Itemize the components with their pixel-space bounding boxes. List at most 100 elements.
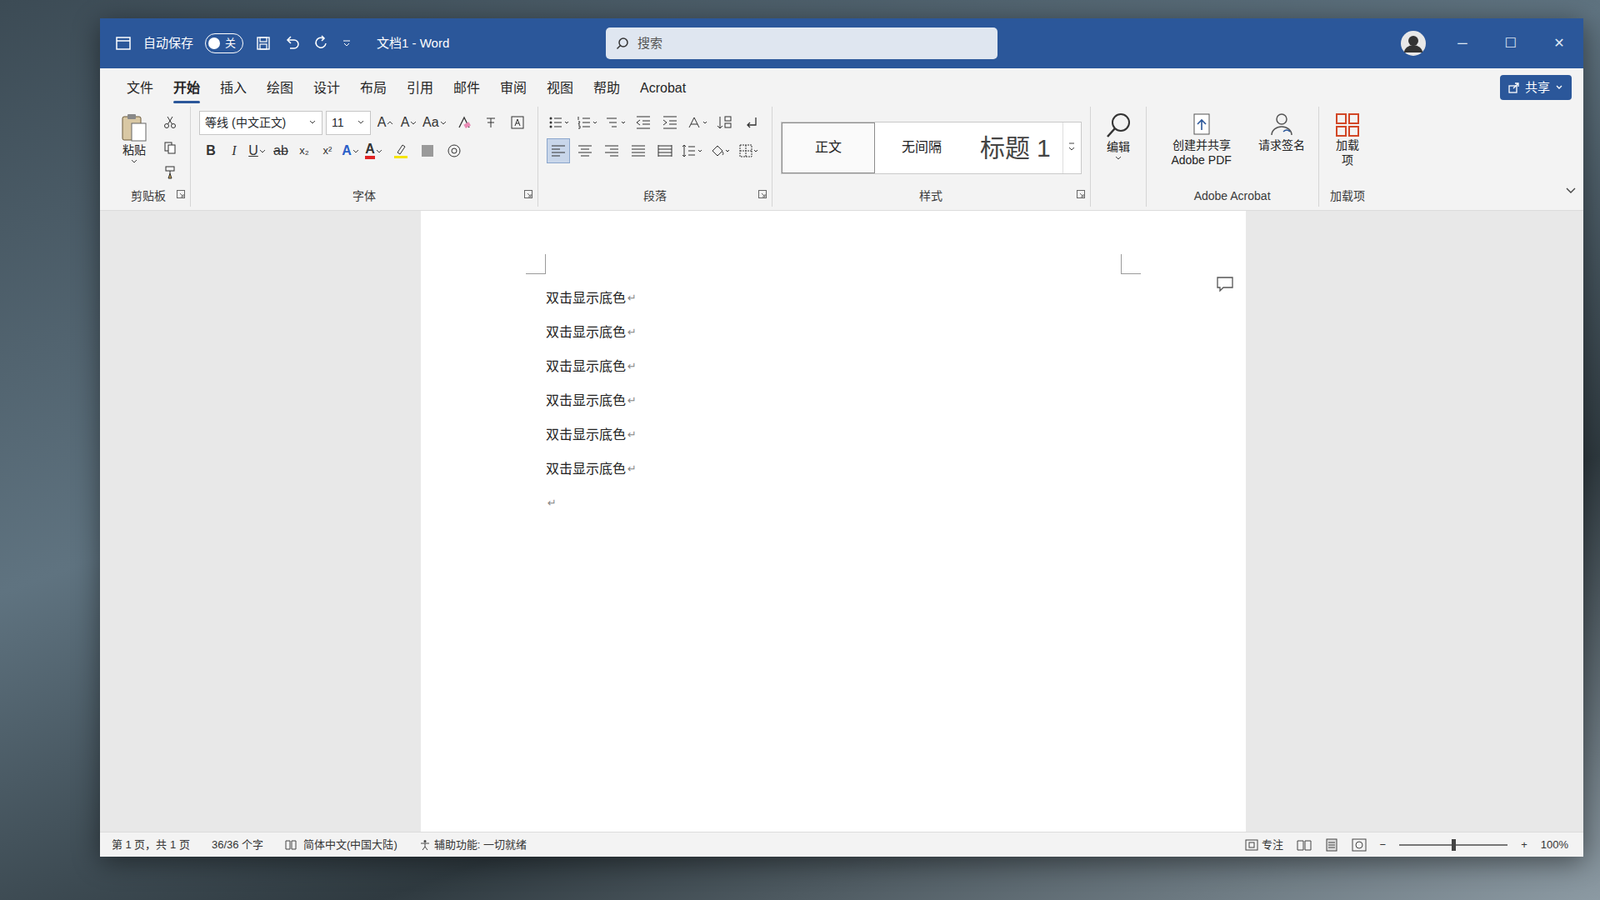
sort-button[interactable] [713,110,737,135]
addins-button[interactable]: 加载项 [1327,110,1368,185]
menu-tab[interactable]: 设计 [303,75,350,105]
page-count[interactable]: 第 1 页，共 1 页 [111,836,190,854]
font-sup-button[interactable]: x² [315,138,340,164]
window-control-button[interactable]: ✕ [1535,18,1584,69]
copy-button[interactable] [158,135,182,160]
window-control-button[interactable]: ─ [1438,18,1487,69]
save-icon[interactable] [255,35,272,52]
menu-tab[interactable]: 引用 [396,75,444,105]
acrobat-button[interactable]: 创建并共享 Adobe PDF [1155,110,1249,185]
numbering-button[interactable] [575,110,600,135]
web-layout-icon[interactable] [1351,838,1367,852]
font-size-field[interactable]: 11 [325,110,371,135]
font-shrink-button[interactable]: A [397,110,421,135]
menu-tab[interactable]: 布局 [350,75,397,105]
borders-button[interactable] [736,138,762,164]
zoom-level[interactable]: 100% [1540,836,1569,854]
font-effects-button[interactable]: A [339,138,363,164]
autosave-toggle[interactable]: 关 [205,33,244,54]
cut-button[interactable] [158,110,182,135]
style-item[interactable]: 标题 1 [968,122,1063,174]
menu-tab[interactable]: 插入 [210,75,257,105]
font-name-field[interactable]: 等线 (中文正文) [199,110,323,135]
paragraph[interactable]: 双击显示底色↵ [545,383,1121,418]
collapse-ribbon-button[interactable] [1565,180,1577,207]
share-button[interactable]: 共享 [1500,75,1572,101]
zoom-out-button[interactable]: − [1380,836,1387,854]
font-sub-button[interactable]: x₂ [292,138,316,164]
font-fontcolor-button[interactable]: A [362,138,386,164]
customize-icon[interactable] [341,38,352,49]
enclose-button[interactable] [442,138,466,164]
launcher-icon[interactable] [758,190,767,199]
font-case-button[interactable]: Aa [420,110,450,135]
shading-button[interactable] [415,138,440,164]
document-page[interactable]: 双击显示底色↵双击显示底色↵双击显示底色↵双击显示底色↵双击显示底色↵双击显示底… [420,210,1246,832]
char-border-button[interactable] [505,110,530,135]
window-control-button[interactable]: ☐ [1486,18,1535,69]
app-menu-icon[interactable] [115,35,132,52]
menu-tab[interactable]: 邮件 [443,75,490,105]
launcher-icon[interactable] [176,190,185,199]
zoom-slider[interactable] [1399,844,1508,846]
font-underline-button[interactable]: U [245,138,270,164]
asian-layout-button[interactable] [685,110,710,135]
bullets-button[interactable] [546,110,572,135]
font-bold-button[interactable]: B [199,138,223,164]
read-mode-icon[interactable] [1296,839,1312,851]
zoom-in-button[interactable]: + [1520,836,1528,854]
format-painter-button[interactable] [158,160,182,185]
focus-button[interactable]: 专注 [1245,836,1284,854]
justify-button[interactable] [626,138,650,164]
phonetic-button[interactable] [479,110,503,135]
align-left-button[interactable] [546,138,570,164]
menu-tab[interactable]: 绘图 [256,75,304,105]
menu-tab[interactable]: 帮助 [583,75,630,105]
avatar-icon[interactable] [1400,30,1427,57]
font-italic-button[interactable]: I [222,138,246,164]
search-input[interactable] [635,33,988,55]
menu-tab[interactable]: 审阅 [490,75,537,105]
print-layout-icon[interactable] [1325,838,1339,852]
font-grow-button[interactable]: A [374,110,398,135]
highlight-button[interactable] [389,138,413,164]
paragraph[interactable]: 双击显示底色↵ [545,315,1121,350]
increase-indent-button[interactable] [658,110,682,135]
menu-tab[interactable]: 开始 [163,75,210,105]
clear-format-button[interactable] [452,110,476,135]
paragraph[interactable]: 双击显示底色↵ [545,417,1121,452]
comment-icon[interactable] [1215,275,1235,293]
decrease-indent-button[interactable] [631,110,655,135]
search-box[interactable] [605,27,998,60]
menu-tab[interactable]: Acrobat [630,75,696,105]
style-item[interactable]: 正文 [781,122,875,174]
multilevel-button[interactable] [603,110,629,135]
paragraph[interactable]: ↵ [545,485,1121,520]
menu-tab[interactable]: 文件 [116,75,164,105]
fill-button[interactable] [708,138,734,164]
paste-button[interactable]: 粘贴 [115,110,154,185]
font-strike-button[interactable]: ab [269,138,293,164]
acrobat-button[interactable]: 请求签名 [1253,110,1310,185]
paragraph[interactable]: 双击显示底色↵ [545,280,1121,315]
word-count[interactable]: 36/36 个字 [211,836,264,854]
line-spacing-button[interactable] [680,138,705,164]
launcher-icon[interactable] [1076,190,1085,199]
align-right-button[interactable] [600,138,624,164]
launcher-icon[interactable] [524,190,533,199]
show-marks-button[interactable] [740,110,764,135]
paragraph[interactable]: 双击显示底色↵ [545,349,1121,384]
style-item[interactable]: 无间隔 [875,122,969,174]
align-center-button[interactable] [573,138,597,164]
proofing-status[interactable]: 简体中文(中国大陆) [285,836,398,854]
zoom-thumb[interactable] [1451,839,1456,851]
gallery-more-button[interactable] [1062,122,1081,174]
editing-button[interactable]: 编辑 [1099,110,1138,185]
distribute-button[interactable] [653,138,677,164]
menu-tab[interactable]: 视图 [536,75,584,105]
paragraph[interactable]: 双击显示底色↵ [545,451,1121,486]
accessibility-status[interactable]: 辅助功能: 一切就绪 [419,836,527,854]
undo-icon[interactable] [283,35,302,52]
redo-icon[interactable] [313,35,330,52]
clipboard-group: 粘贴 剪贴板 [106,106,191,207]
